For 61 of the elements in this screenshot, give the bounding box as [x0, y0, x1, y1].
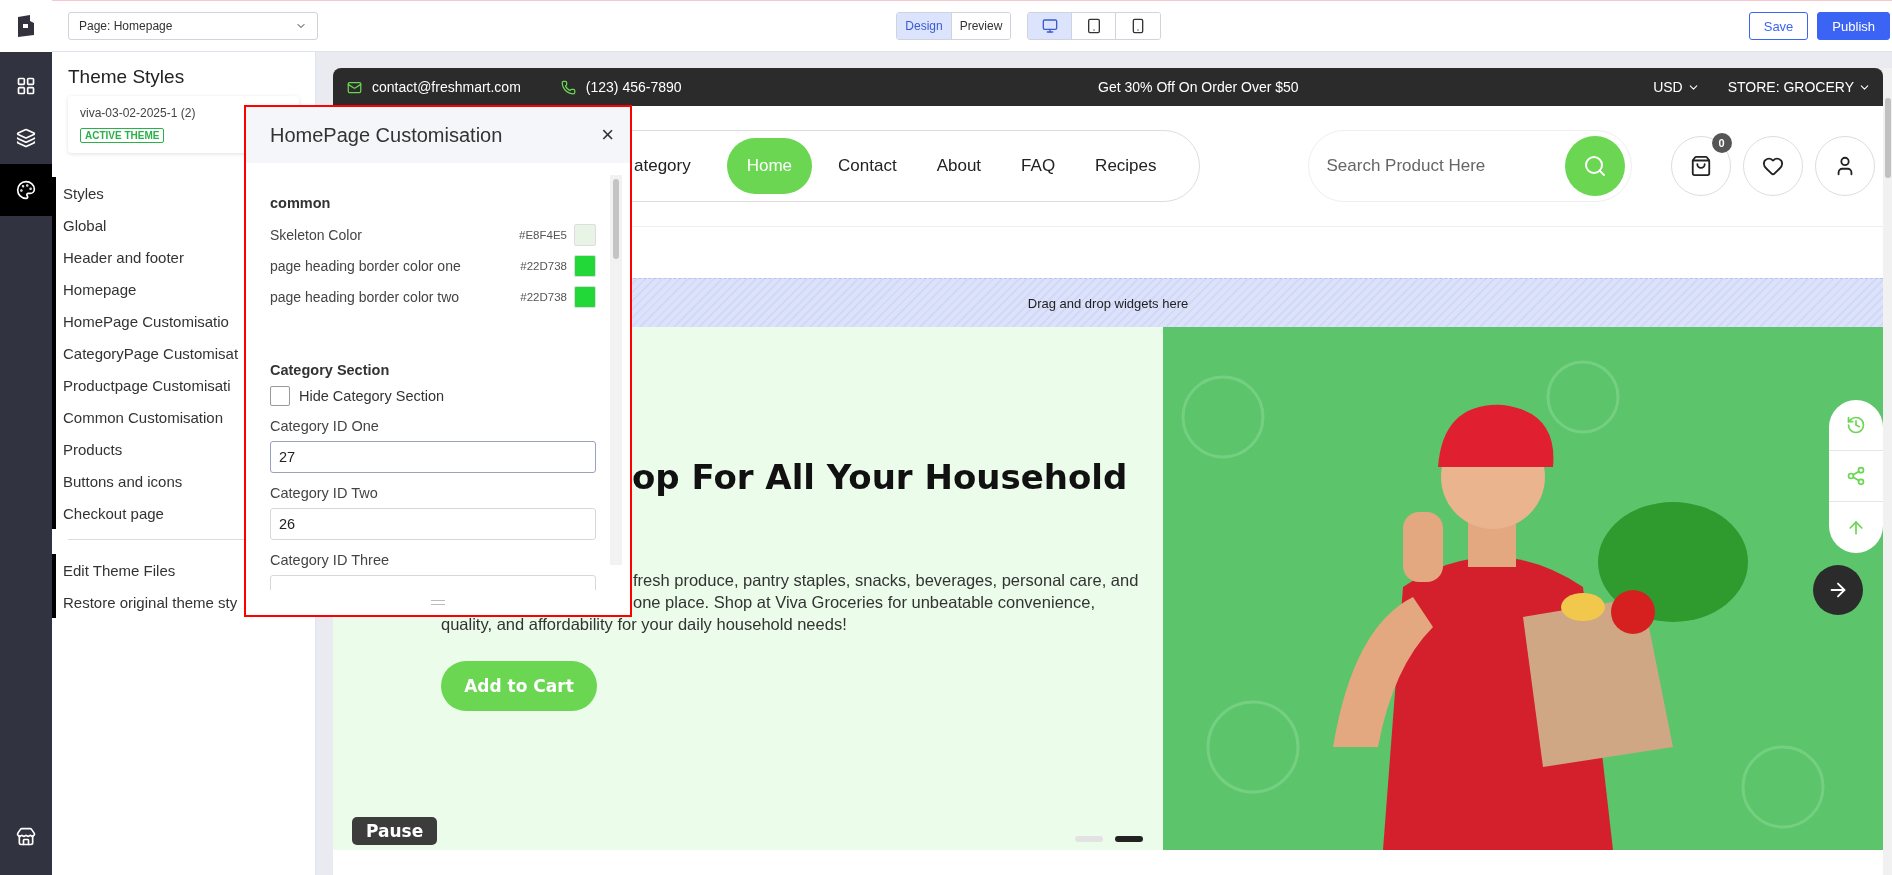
active-theme-badge: ACTIVE THEME	[80, 128, 165, 143]
cart-button[interactable]: 0	[1670, 136, 1731, 196]
tablet-icon	[1085, 18, 1102, 34]
palette-rail-button[interactable]	[0, 164, 52, 216]
nav-link[interactable]: Contact	[838, 156, 897, 176]
dialog-title: HomePage Customisation	[270, 123, 503, 147]
scrollbar-thumb[interactable]	[1884, 98, 1891, 178]
promo-text: Get 30% Off On Order Over $50	[1097, 79, 1300, 95]
search-button[interactable]	[1564, 136, 1625, 196]
input-field[interactable]: 26	[270, 508, 596, 540]
widgets-icon	[16, 76, 36, 96]
contact-phone[interactable]: (123) 456-7890	[585, 79, 682, 95]
share-icon	[1846, 466, 1866, 486]
section-title: common	[270, 195, 332, 211]
contact-email[interactable]: contact@freshmart.com	[372, 79, 521, 95]
checkbox-label: Hide Category Section	[299, 388, 445, 404]
sidebar-title: Theme Styles	[67, 66, 186, 88]
publish-button[interactable]: Publish	[1817, 12, 1890, 40]
cart-count: 0	[1711, 133, 1732, 153]
color-swatch[interactable]	[574, 254, 596, 277]
input-field[interactable]: 27	[270, 441, 596, 473]
pause-button[interactable]: Pause	[352, 817, 438, 845]
layers-icon	[16, 128, 36, 148]
field-label: Category ID Two	[270, 485, 379, 501]
save-button[interactable]: Save	[1748, 12, 1809, 40]
hero-heading: op For All Your Household	[632, 457, 1129, 497]
drag-handle-icon[interactable]	[431, 600, 445, 605]
bag-icon	[1689, 155, 1712, 177]
setting-label: page heading border color one	[270, 257, 462, 274]
store-select[interactable]: STORE: GROCERY	[1727, 79, 1871, 95]
view-mode-tab[interactable]: Design	[897, 13, 952, 39]
theme-name: viva-03-02-2025-1 (2)	[80, 106, 197, 120]
nav-link[interactable]: About	[936, 156, 982, 176]
setting-label: Skeleton Color	[270, 226, 363, 243]
nav-link[interactable]: FAQ	[1021, 156, 1056, 176]
search-icon	[1582, 154, 1607, 178]
mail-icon	[347, 79, 362, 95]
hero-text: fresh produce, pantry staples, snacks, beverages, personal care, and one place. Shop at Viva Groceries for unbeatable convenience, quality, and affordability for your daily household needs!	[441, 570, 1140, 635]
logo-icon[interactable]	[16, 15, 36, 37]
field-label: Category ID One	[270, 418, 380, 434]
nav-link[interactable]: Recipes	[1095, 156, 1157, 176]
color-value: #E8F4E5	[519, 228, 567, 241]
desktop-view-button[interactable]	[1028, 13, 1073, 39]
color-value: #22D738	[520, 290, 567, 303]
close-button[interactable]: ×	[601, 122, 614, 148]
color-value: #22D738	[520, 259, 567, 272]
color-swatch[interactable]	[574, 285, 596, 308]
heart-icon	[1761, 155, 1784, 177]
phone-icon	[560, 79, 576, 95]
scrollbar-thumb[interactable]	[613, 179, 619, 259]
history-icon	[1846, 415, 1866, 435]
palette-icon	[16, 180, 36, 200]
currency-select[interactable]: USD	[1653, 79, 1700, 95]
checkbox[interactable]	[270, 386, 290, 406]
desktop-icon	[1041, 18, 1058, 34]
nav-link[interactable]: ategory	[634, 156, 691, 176]
section-title: Category Section	[270, 362, 391, 378]
store-icon	[16, 827, 36, 847]
field-label: Category ID Three	[270, 552, 390, 568]
color-swatch[interactable]	[574, 223, 596, 246]
page-select[interactable]: Page: Homepage	[68, 12, 318, 40]
